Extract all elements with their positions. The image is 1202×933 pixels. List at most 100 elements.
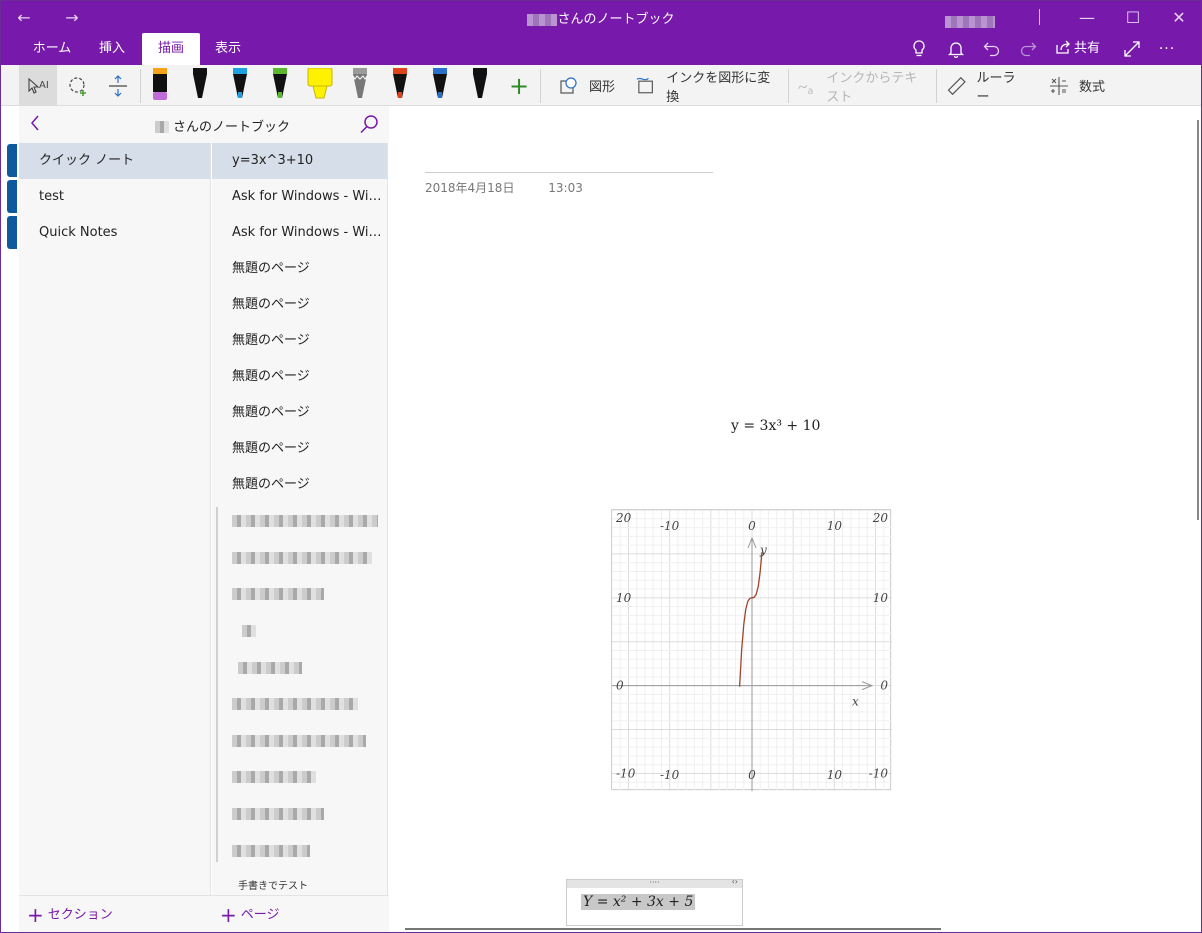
- pen-tool-2[interactable]: [181, 65, 219, 106]
- insert-space-icon: [109, 74, 127, 97]
- navigation-header: さんのノートブック: [19, 106, 389, 143]
- maximize-icon: ☐: [1125, 7, 1141, 27]
- math-button[interactable]: 数式: [1043, 65, 1111, 106]
- add-space-tool[interactable]: [99, 65, 137, 106]
- math-input-box[interactable]: ···· ‹› Y = x² + 3x + 5: [566, 878, 743, 926]
- add-page-button[interactable]: + ページ: [220, 896, 280, 932]
- page-item[interactable]: y=3x^3+10: [212, 143, 387, 179]
- page-item[interactable]: Ask for Windows - Win...: [212, 179, 387, 215]
- section-tab-marker[interactable]: [7, 180, 17, 213]
- maximize-button[interactable]: ☐: [1110, 1, 1156, 33]
- share-icon: [1056, 40, 1070, 54]
- collapse-nav-button[interactable]: [29, 114, 41, 137]
- tell-me-button[interactable]: [901, 33, 937, 65]
- window-title-text: さんのノートブック: [557, 12, 675, 27]
- more-options-button[interactable]: ···: [1149, 33, 1185, 65]
- navigation-footer: + セクション + ページ: [19, 895, 389, 932]
- plus-icon: +: [508, 71, 530, 100]
- vertical-scrollbar[interactable]: [1197, 120, 1199, 520]
- redacted-page-item[interactable]: [212, 613, 387, 650]
- search-icon: [360, 115, 378, 134]
- resize-arrows-icon[interactable]: ‹›: [732, 878, 738, 886]
- page-item[interactable]: 無題のページ: [212, 467, 387, 503]
- redacted-page-item[interactable]: [212, 759, 387, 796]
- fullscreen-button[interactable]: [1114, 33, 1150, 65]
- math-box-drag-handle[interactable]: ···· ‹›: [567, 878, 742, 888]
- add-pen-button[interactable]: +: [503, 65, 535, 106]
- share-button[interactable]: 共有: [1055, 33, 1100, 65]
- redacted-page-item[interactable]: [212, 796, 387, 833]
- redacted-page-item[interactable]: [212, 686, 387, 723]
- notifications-button[interactable]: [938, 33, 974, 65]
- redacted-page-title: [232, 844, 310, 857]
- pen-tool-5[interactable]: [301, 65, 339, 106]
- redacted-page-item[interactable]: [212, 649, 387, 686]
- pen-tool-1[interactable]: [141, 65, 179, 106]
- redacted-account: [945, 15, 995, 28]
- shapes-icon: [560, 76, 577, 94]
- lasso-icon: [69, 76, 86, 96]
- redacted-page-title: [242, 625, 256, 638]
- section-tab-marker[interactable]: [7, 216, 17, 249]
- shapes-button[interactable]: 図形: [551, 65, 623, 106]
- page-item[interactable]: 無題のページ: [212, 287, 387, 323]
- plus-icon: +: [27, 903, 44, 927]
- y-tick-label-right: 20: [872, 511, 889, 525]
- page-item[interactable]: 無題のページ: [212, 251, 387, 287]
- pen-tool-8[interactable]: [421, 65, 459, 106]
- pen-icon: [273, 67, 287, 98]
- x-tick-label-top: 0: [748, 519, 756, 533]
- y-tick-label-left: 10: [616, 591, 632, 605]
- bell-icon: [947, 42, 965, 59]
- tab-insert[interactable]: 挿入: [83, 33, 141, 65]
- ink-to-shape-button[interactable]: インクを図形に変換: [635, 65, 779, 106]
- lasso-type-tool[interactable]: AI: [19, 65, 57, 106]
- redacted-page-item[interactable]: [212, 576, 387, 613]
- minimize-button[interactable]: —: [1064, 1, 1110, 33]
- page-item[interactable]: 無題のページ: [212, 431, 387, 467]
- page-item[interactable]: Ask for Windows - Win...: [212, 215, 387, 251]
- pen-tool-4[interactable]: [261, 65, 299, 106]
- account-name[interactable]: [945, 11, 995, 30]
- lasso-select-tool[interactable]: [59, 65, 97, 106]
- redacted-page-item[interactable]: [212, 540, 387, 577]
- function-graph[interactable]: -10 -10 0 0 10 10 -10 -10 0 0 10 10 20 20 x y: [611, 509, 893, 792]
- math-input-expression[interactable]: Y = x² + 3x + 5: [581, 894, 696, 910]
- redo-button[interactable]: [1010, 33, 1046, 65]
- page-canvas[interactable]: 2018年4月18日 13:03 y = 3x³ + 10 -10 -10 0 0 10…: [389, 106, 1201, 932]
- pen-tool-6[interactable]: [341, 65, 379, 106]
- search-button[interactable]: [359, 114, 379, 138]
- ruler-button[interactable]: ルーラー: [947, 65, 1027, 106]
- notebook-name[interactable]: さんのノートブック: [155, 116, 290, 135]
- horizontal-scrollbar[interactable]: [405, 928, 941, 930]
- draw-toolbar: AI + 図形 インクを図形に変換 a インクからテキスト ルーラー 数式: [1, 65, 1201, 106]
- x-axis-label: x: [852, 695, 859, 709]
- tab-home[interactable]: ホーム: [21, 33, 83, 65]
- y-tick-label-left: 0: [616, 679, 624, 693]
- tab-draw[interactable]: 描画: [142, 33, 200, 65]
- redacted-page-item[interactable]: [212, 832, 387, 869]
- undo-button[interactable]: [974, 33, 1010, 65]
- page-item[interactable]: 無題のページ: [212, 395, 387, 431]
- tab-view[interactable]: 表示: [200, 33, 256, 65]
- close-button[interactable]: ✕: [1156, 1, 1201, 33]
- pen-icon: [153, 67, 167, 100]
- pen-tool-9[interactable]: [461, 65, 499, 106]
- section-tab-marker[interactable]: [7, 144, 17, 177]
- section-item[interactable]: クイック ノート: [19, 143, 210, 179]
- page-item[interactable]: 無題のページ: [212, 323, 387, 359]
- section-item[interactable]: test: [19, 179, 210, 215]
- ink-to-shape-icon: [636, 77, 653, 93]
- page-item[interactable]: 無題のページ: [212, 359, 387, 395]
- title-bar: ← → さんのノートブック — ☐ ✕: [1, 1, 1201, 33]
- add-section-button[interactable]: + セクション: [27, 896, 113, 932]
- pen-tool-3[interactable]: [221, 65, 259, 106]
- equation-display[interactable]: y = 3x³ + 10: [731, 418, 820, 434]
- redacted-page-item[interactable]: [212, 503, 387, 540]
- pen-tool-7[interactable]: [381, 65, 419, 106]
- section-list: クイック ノート test Quick Notes: [19, 143, 211, 895]
- redo-icon: [1020, 42, 1037, 57]
- page-item[interactable]: 手書きでテスト: [212, 869, 387, 895]
- section-item[interactable]: Quick Notes: [19, 215, 210, 251]
- redacted-page-item[interactable]: [212, 723, 387, 760]
